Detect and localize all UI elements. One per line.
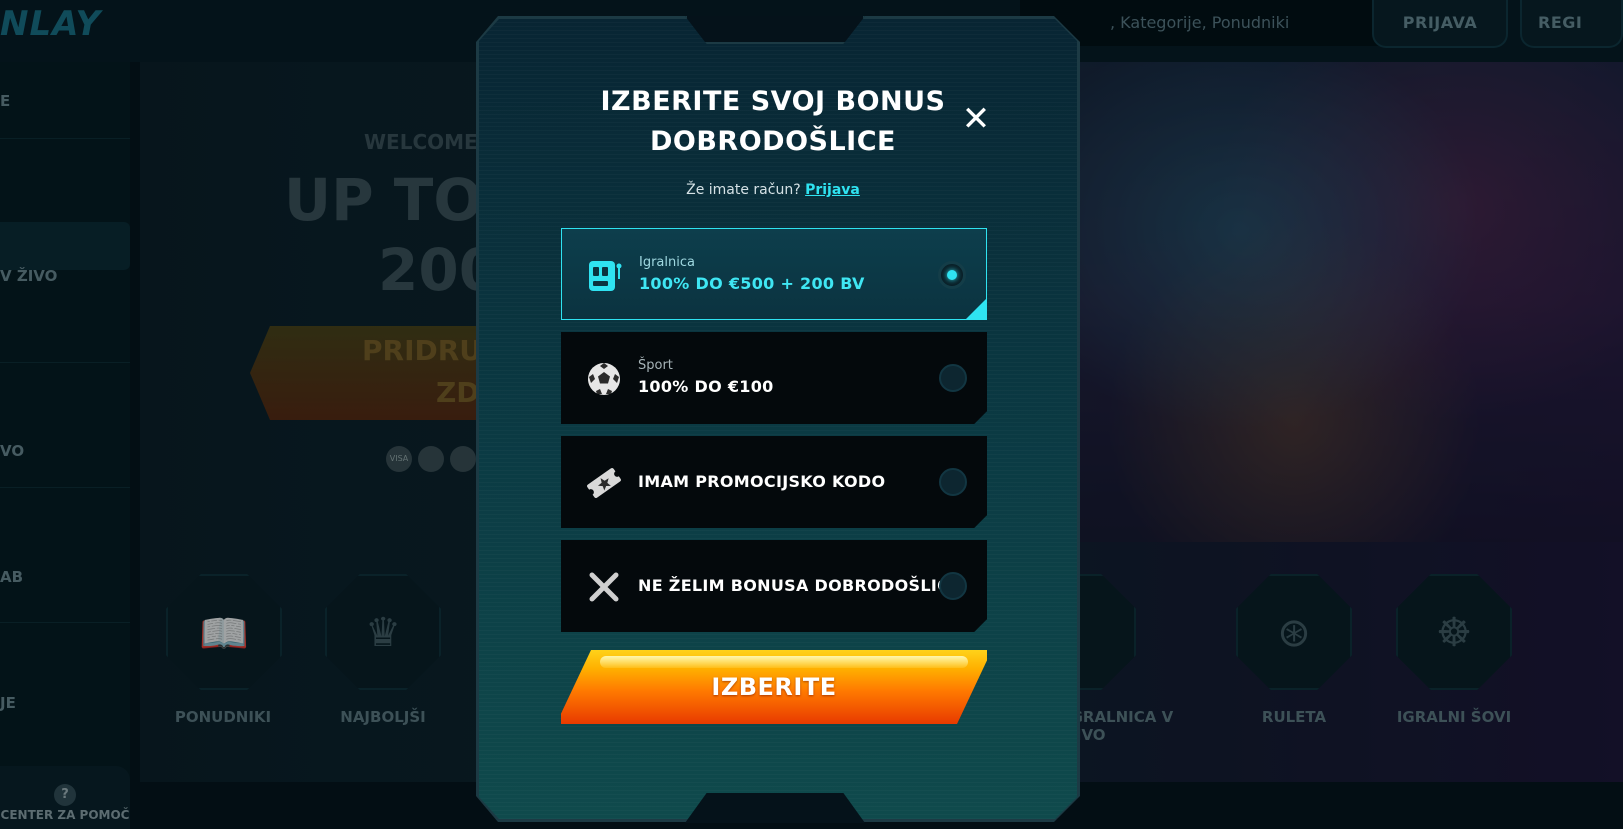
cross-icon <box>589 572 619 602</box>
option-title: 100% DO €500 + 200 BV <box>639 274 865 293</box>
option-title: 100% DO €100 <box>638 377 774 396</box>
bonus-option-promo-code[interactable]: IMAM PROMOCIJSKO KODO <box>561 436 987 528</box>
bonus-option-casino[interactable]: Igralnica 100% DO €500 + 200 BV <box>561 228 987 320</box>
option-radio[interactable] <box>938 261 966 289</box>
slot-machine-icon <box>589 261 622 291</box>
option-radio[interactable] <box>939 364 967 392</box>
modal-top-notch <box>685 16 865 44</box>
bonus-option-sport[interactable]: Šport 100% DO €100 <box>561 332 987 424</box>
option-radio[interactable] <box>939 572 967 600</box>
selected-corner-marker <box>965 298 987 320</box>
option-title: NE ŽELIM BONUSA DOBRODOŠLICE <box>638 576 961 595</box>
ticket-icon <box>587 468 621 498</box>
have-account-question: Že imate račun? <box>686 182 801 198</box>
button-highlight <box>600 656 968 668</box>
option-radio[interactable] <box>939 468 967 496</box>
option-subtitle: Šport <box>638 358 673 373</box>
modal-bottom-notch <box>685 793 865 823</box>
option-subtitle: Igralnica <box>639 255 695 270</box>
login-link[interactable]: Prijava <box>805 182 860 198</box>
option-title: IMAM PROMOCIJSKO KODO <box>638 472 886 491</box>
have-account-text: Že imate račun? Prijava <box>560 182 986 198</box>
close-icon[interactable]: ✕ <box>958 102 994 138</box>
bonus-option-no-bonus[interactable]: NE ŽELIM BONUSA DOBRODOŠLICE <box>561 540 987 632</box>
soccer-ball-icon <box>588 363 620 395</box>
modal-title: IZBERITE SVOJ BONUS DOBRODOŠLICE <box>600 86 946 157</box>
